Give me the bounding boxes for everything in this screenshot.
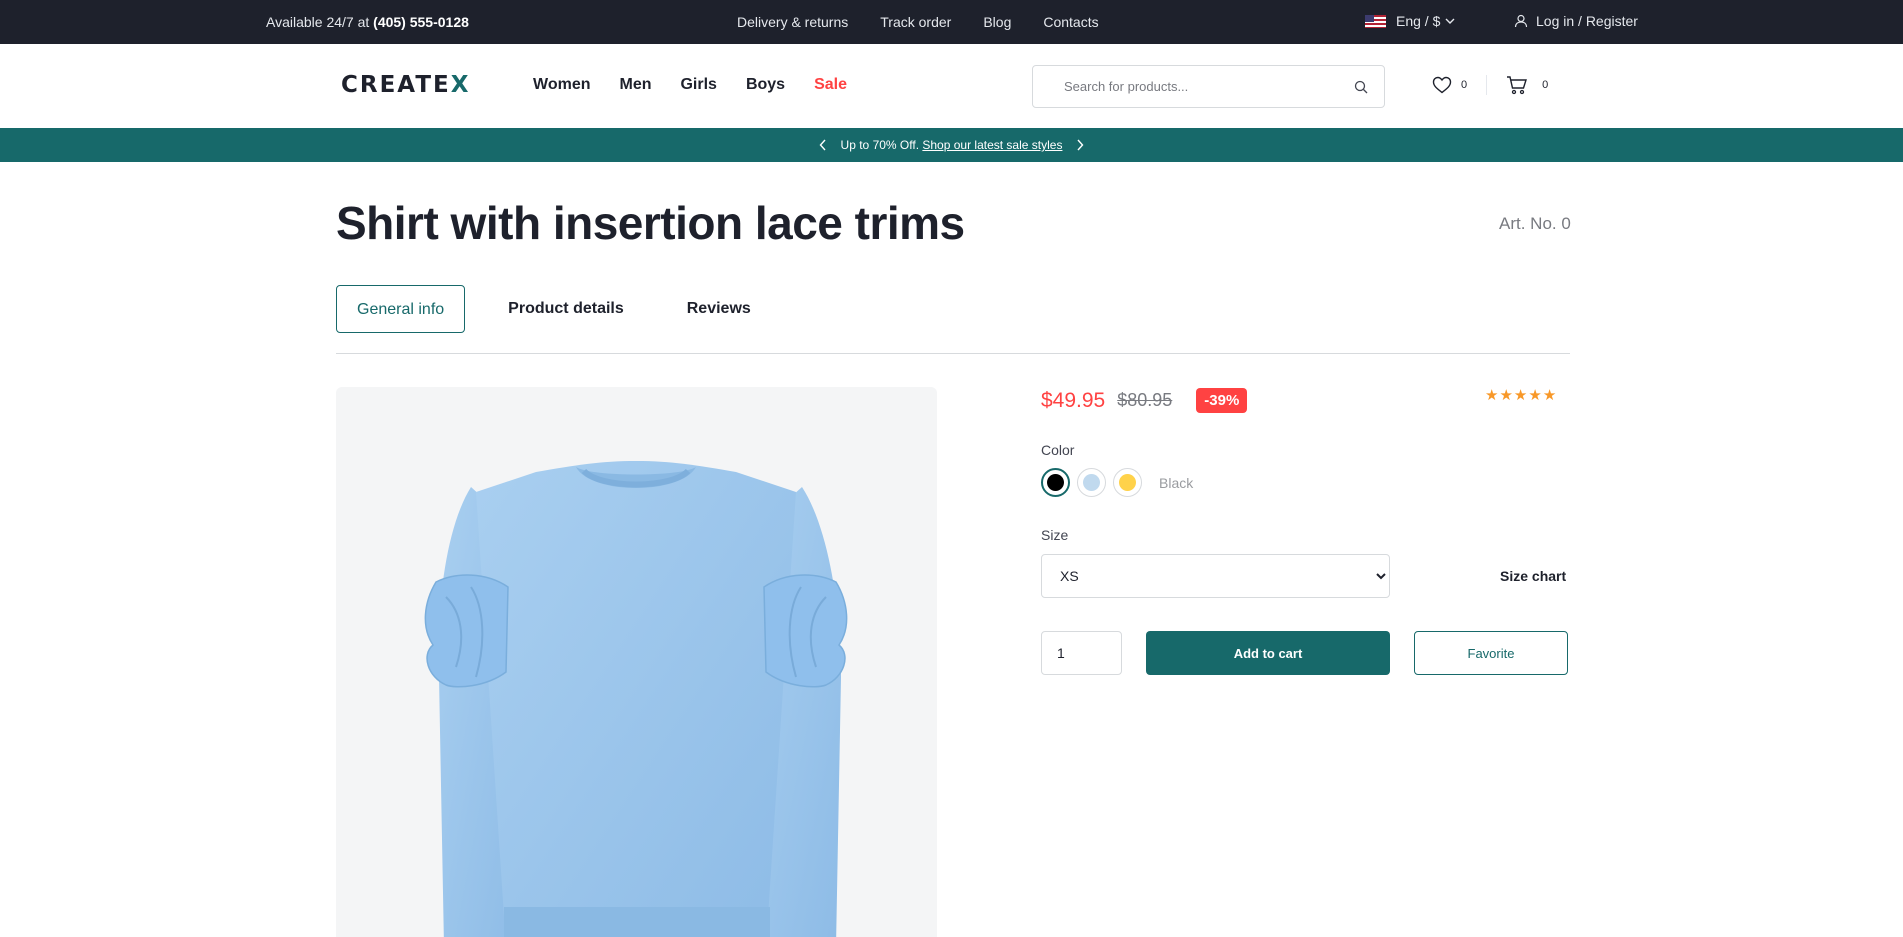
login-register-link[interactable]: Log in / Register [1514,13,1638,29]
nav-women[interactable]: Women [533,76,590,94]
size-label: Size [1041,527,1069,543]
swatch-fill [1083,474,1100,491]
cart-icon [1507,76,1528,95]
add-to-cart-button[interactable]: Add to cart [1146,631,1390,675]
login-label: Log in / Register [1536,13,1638,29]
wishlist-count: 0 [1461,79,1468,91]
tab-reviews[interactable]: Reviews [667,285,771,333]
availability-text: Available 24/7 at (405) 555-0128 [266,14,469,30]
tabs-divider [336,353,1570,354]
product-image[interactable] [336,387,937,937]
nav-girls[interactable]: Girls [680,76,716,94]
price-row: $49.95 $80.95 -39% [1041,388,1248,413]
language-currency-selector[interactable]: Eng / $ [1365,13,1456,29]
sweatshirt-illustration [424,461,848,937]
main-nav: Women Men Girls Boys Sale [533,76,876,94]
nav-boys[interactable]: Boys [746,76,785,94]
chevron-left-icon [819,139,826,151]
promo-next-arrow[interactable] [1070,139,1090,151]
header-actions: 0 0 [1432,75,1548,95]
discount-badge: -39% [1196,388,1248,413]
search-icon[interactable] [1354,80,1368,94]
promo-prev-arrow[interactable] [813,139,833,151]
search-bar [1032,65,1385,108]
chevron-down-icon [1445,18,1455,24]
link-track-order[interactable]: Track order [880,14,951,30]
availability-prefix: Available 24/7 at [266,14,374,30]
user-icon [1514,14,1528,28]
color-options: Black [1041,468,1193,497]
star-icon: ★ [1499,387,1513,404]
swatch-fill [1047,474,1064,491]
swatch-fill [1119,474,1136,491]
createx-logo[interactable]: CREATEX [341,72,470,98]
logo-text: CREATE [341,72,451,98]
size-select[interactable]: XS [1041,554,1390,598]
phone-number[interactable]: (405) 555-0128 [373,14,469,30]
product-tabs: General info Product details Reviews [336,285,794,333]
rating-stars: ★ ★ ★ ★ ★ [1485,386,1557,404]
link-contacts[interactable]: Contacts [1043,14,1098,30]
wishlist-button[interactable]: 0 [1432,76,1467,94]
header-divider [1486,75,1488,95]
original-price: $80.95 [1117,390,1173,410]
logo-x: X [450,72,471,98]
promo-message: Up to 70% Off. Shop our latest sale styl… [841,138,1063,152]
top-bar: Available 24/7 at (405) 555-0128 Deliver… [0,0,1903,44]
cart-count: 0 [1542,79,1549,91]
favorite-button[interactable]: Favorite [1414,631,1568,675]
product-title: Shirt with insertion lace trims [336,197,965,249]
promo-link[interactable]: Shop our latest sale styles [922,138,1062,152]
quantity-input[interactable] [1041,631,1122,675]
link-blog[interactable]: Blog [983,14,1011,30]
tab-general-info[interactable]: General info [336,285,466,333]
cart-button[interactable]: 0 [1506,75,1548,95]
star-icon: ★ [1542,387,1557,404]
nav-sale[interactable]: Sale [814,76,847,94]
nav-men[interactable]: Men [619,76,651,94]
color-label: Color [1041,442,1075,458]
chevron-right-icon [1077,139,1084,151]
article-number: Art. No. 0 [1499,214,1571,233]
selected-color-name: Black [1159,474,1194,491]
size-chart-link[interactable]: Size chart [1500,568,1566,584]
color-swatch-black[interactable] [1041,468,1070,497]
link-delivery-returns[interactable]: Delivery & returns [737,14,848,30]
color-swatch-light-blue[interactable] [1077,468,1106,497]
main-header: CREATEX Women Men Girls Boys Sale 0 0 [0,44,1903,128]
sale-price: $49.95 [1041,388,1106,412]
promo-text: Up to 70% Off. [840,138,923,152]
color-swatch-yellow[interactable] [1113,468,1142,497]
star-icon: ★ [1528,387,1542,404]
tab-product-details[interactable]: Product details [488,285,644,333]
star-icon: ★ [1513,387,1528,404]
language-label: Eng / $ [1396,13,1441,29]
promo-banner: Up to 70% Off. Shop our latest sale styl… [0,128,1903,162]
heart-icon [1432,76,1452,94]
star-icon: ★ [1485,387,1499,404]
top-links: Delivery & returns Track order Blog Cont… [737,14,1131,30]
search-input[interactable] [1064,79,1354,94]
us-flag-icon [1365,14,1386,28]
